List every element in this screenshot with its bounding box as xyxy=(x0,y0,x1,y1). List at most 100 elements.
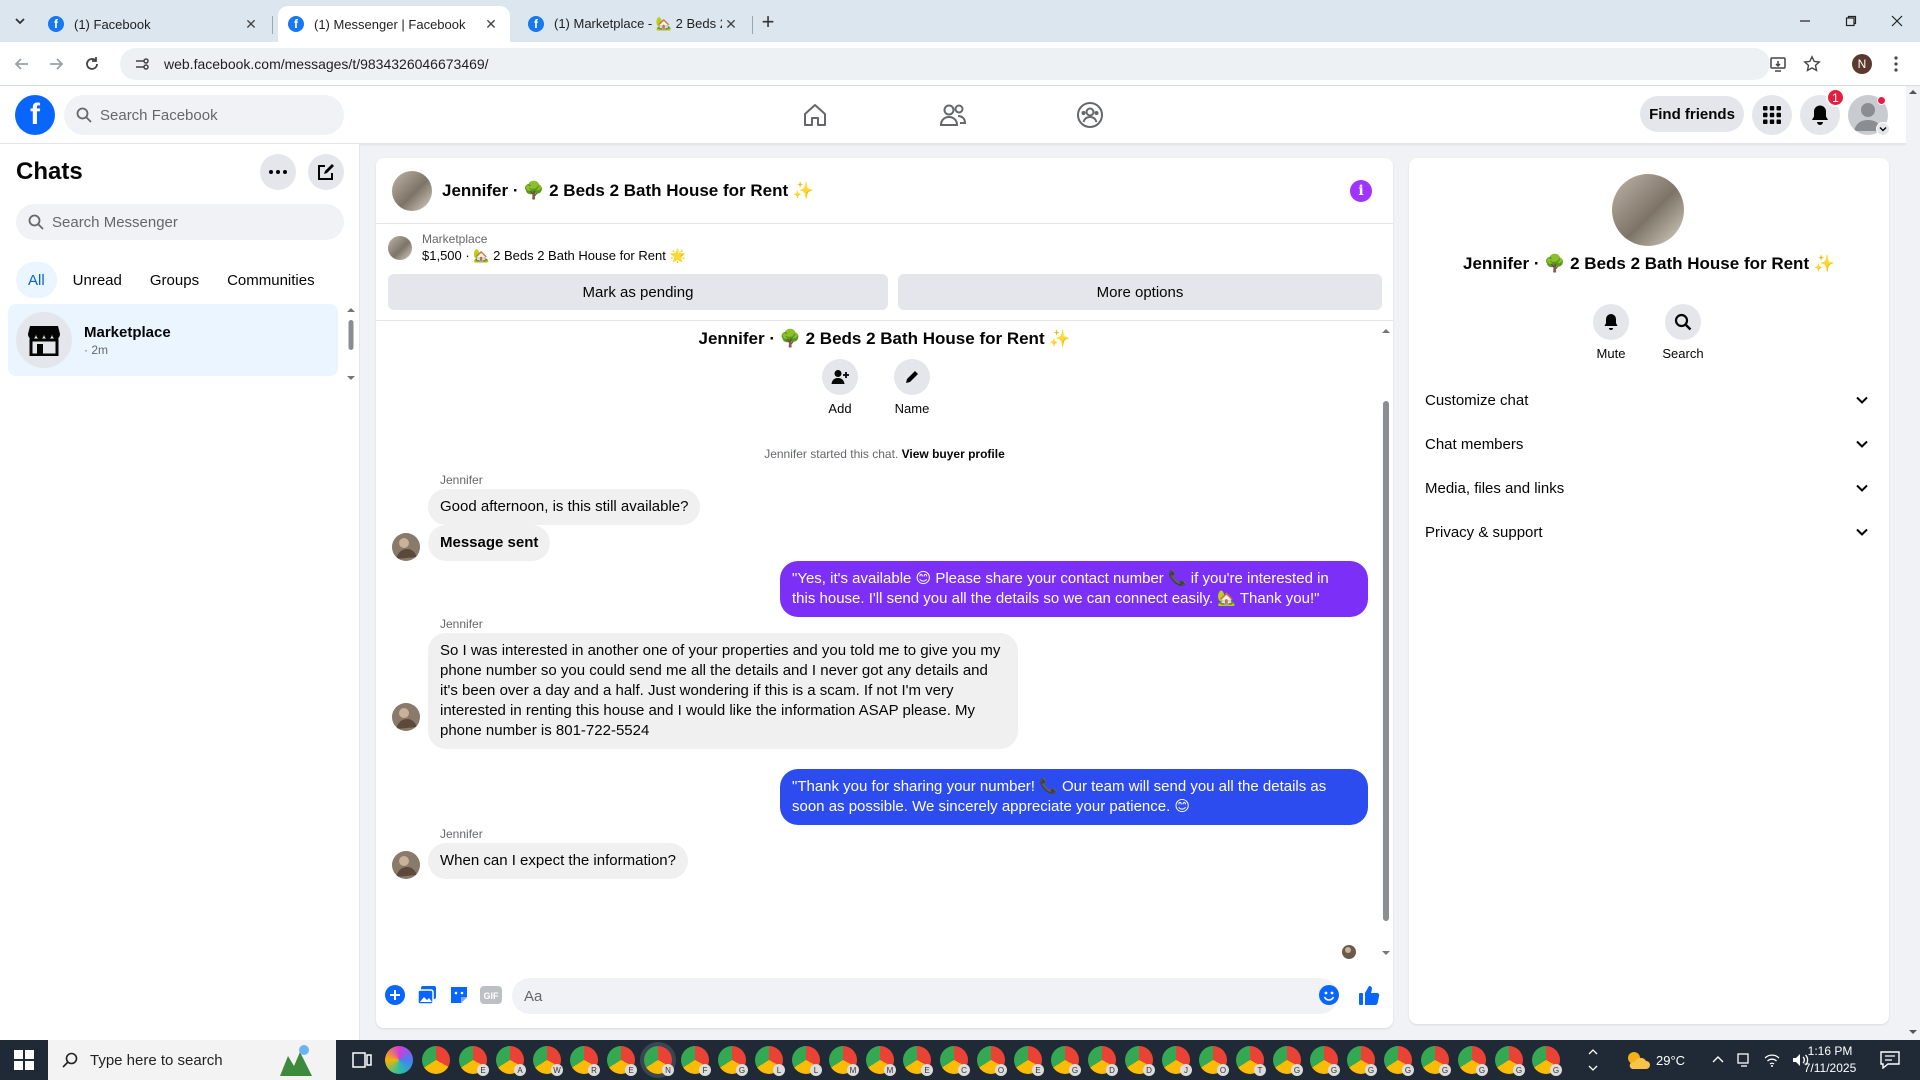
message-input[interactable]: Aa xyxy=(512,978,1338,1014)
install-app-icon[interactable] xyxy=(1764,50,1792,78)
outgoing-message[interactable]: "Thank you for sharing your number! 📞 Ou… xyxy=(780,769,1368,825)
forward-arrow-icon[interactable] xyxy=(42,50,70,78)
meet-now-icon[interactable] xyxy=(1736,1052,1752,1068)
copilot-icon[interactable] xyxy=(385,1046,413,1074)
chrome-icon[interactable]: M xyxy=(829,1046,859,1076)
reload-icon[interactable] xyxy=(78,50,106,78)
chrome-icon[interactable]: O xyxy=(977,1046,1007,1076)
task-view-icon[interactable] xyxy=(348,1046,376,1074)
incoming-message[interactable]: Good afternoon, is this still available? xyxy=(428,489,701,525)
weather-widget[interactable]: 29°C xyxy=(1624,1040,1685,1080)
bookmark-star-icon[interactable] xyxy=(1798,50,1826,78)
taskbar-scroll-arrows[interactable] xyxy=(1588,1040,1598,1080)
chrome-icon[interactable]: G xyxy=(1458,1046,1488,1076)
wifi-icon[interactable] xyxy=(1764,1053,1780,1067)
details-avatar[interactable] xyxy=(1612,174,1684,246)
chrome-icon[interactable]: F xyxy=(681,1046,711,1076)
facebook-search-input[interactable]: Search Facebook xyxy=(64,95,344,135)
chat-avatar[interactable] xyxy=(392,170,432,211)
add-person-action[interactable]: Add xyxy=(810,359,870,416)
chat-options-more-icon[interactable] xyxy=(260,154,296,190)
browser-tab-facebook[interactable]: f (1) Facebook ✕ xyxy=(38,6,270,42)
more-actions-plus-icon[interactable] xyxy=(384,984,406,1006)
attach-photo-icon[interactable] xyxy=(416,984,438,1006)
jennifer-avatar[interactable] xyxy=(392,533,420,561)
customize-chat-row[interactable]: Customize chat xyxy=(1425,378,1873,422)
chrome-icon[interactable]: G xyxy=(1347,1046,1377,1076)
taskbar-search-input[interactable]: Type here to search xyxy=(48,1040,336,1080)
chrome-icon[interactable]: E xyxy=(459,1046,489,1076)
chrome-icon[interactable]: G xyxy=(1495,1046,1525,1076)
media-files-links-row[interactable]: Media, files and links xyxy=(1425,466,1873,510)
chat-list-item-marketplace[interactable]: Marketplace · 2m xyxy=(8,304,338,376)
privacy-support-row[interactable]: Privacy & support xyxy=(1425,510,1873,554)
chrome-icon[interactable]: T xyxy=(1236,1046,1266,1076)
close-window-button[interactable] xyxy=(1874,0,1920,42)
back-arrow-icon[interactable] xyxy=(8,50,36,78)
conversation-info-icon[interactable]: i xyxy=(1350,180,1372,202)
tab-search-chevron-icon[interactable] xyxy=(8,9,32,33)
chrome-icon[interactable]: G xyxy=(1421,1046,1451,1076)
chrome-icon[interactable]: D xyxy=(1125,1046,1155,1076)
emoji-icon[interactable] xyxy=(1318,984,1340,1006)
gif-icon[interactable]: GIF xyxy=(480,984,502,1006)
filter-all[interactable]: All xyxy=(16,262,57,298)
chrome-icon[interactable]: J xyxy=(1162,1046,1192,1076)
mute-action[interactable]: Mute xyxy=(1581,304,1641,361)
show-hidden-icons-chevron-icon[interactable] xyxy=(1712,1054,1724,1066)
thread-scrollbar[interactable] xyxy=(1380,321,1392,963)
chrome-icon[interactable]: G xyxy=(1273,1046,1303,1076)
profile-avatar[interactable]: N xyxy=(1848,50,1876,78)
marketplace-listing-strip[interactable]: Marketplace $1,500 · 🏡 2 Beds 2 Bath Hou… xyxy=(388,232,686,264)
chrome-icon[interactable]: E xyxy=(903,1046,933,1076)
account-chevron-down-icon[interactable] xyxy=(1876,122,1890,136)
filter-groups[interactable]: Groups xyxy=(138,262,211,298)
chrome-icon[interactable]: G xyxy=(1051,1046,1081,1076)
site-info-icon[interactable] xyxy=(134,56,150,72)
chat-title[interactable]: Jennifer · 🌳 2 Beds 2 Bath House for Ren… xyxy=(442,181,814,201)
filter-unread[interactable]: Unread xyxy=(61,262,134,298)
chrome-icon[interactable] xyxy=(422,1046,450,1074)
sticker-icon[interactable] xyxy=(448,984,470,1006)
messenger-search-input[interactable]: Search Messenger xyxy=(16,204,344,240)
notification-center-icon[interactable] xyxy=(1880,1040,1900,1080)
new-message-compose-icon[interactable] xyxy=(308,154,344,190)
view-buyer-profile-link[interactable]: View buyer profile xyxy=(902,447,1005,461)
thumbs-up-icon[interactable] xyxy=(1358,984,1380,1006)
address-bar[interactable]: web.facebook.com/messages/t/983432604667… xyxy=(120,48,1770,80)
edit-name-action[interactable]: Name xyxy=(882,359,942,416)
restore-button[interactable] xyxy=(1828,0,1874,42)
windows-start-icon[interactable] xyxy=(0,1040,48,1080)
browser-tab-marketplace[interactable]: f (1) Marketplace - 🏡 2 Beds 2 B ✕ xyxy=(518,6,750,42)
chrome-icon[interactable]: N xyxy=(644,1046,674,1076)
outgoing-message[interactable]: "Yes, it's available 😊 Please share your… xyxy=(780,561,1368,617)
home-icon[interactable] xyxy=(795,98,835,132)
chrome-icon[interactable]: G xyxy=(718,1046,748,1076)
chrome-icon[interactable]: C xyxy=(940,1046,970,1076)
sidebar-scrollbar[interactable] xyxy=(346,304,356,384)
chrome-icon[interactable]: D xyxy=(1088,1046,1118,1076)
menu-grid-icon[interactable] xyxy=(1752,95,1792,135)
find-friends-button[interactable]: Find friends xyxy=(1640,96,1744,132)
incoming-message[interactable]: Message sent xyxy=(428,525,551,561)
jennifer-avatar[interactable] xyxy=(392,703,420,731)
chrome-icon[interactable]: O xyxy=(1199,1046,1229,1076)
browser-menu-icon[interactable] xyxy=(1882,50,1910,78)
chrome-icon[interactable]: A xyxy=(496,1046,526,1076)
chrome-icon[interactable]: M xyxy=(866,1046,896,1076)
chrome-icon[interactable]: R xyxy=(570,1046,600,1076)
filter-communities[interactable]: Communities xyxy=(215,262,327,298)
chat-members-row[interactable]: Chat members xyxy=(1425,422,1873,466)
close-tab-icon[interactable]: ✕ xyxy=(242,15,260,33)
more-options-button[interactable]: More options xyxy=(898,274,1382,310)
chrome-icon[interactable]: E xyxy=(607,1046,637,1076)
browser-tab-messenger[interactable]: f (1) Messenger | Facebook ✕ xyxy=(278,6,510,42)
chrome-icon[interactable]: G xyxy=(1384,1046,1414,1076)
page-scrollbar[interactable] xyxy=(1906,86,1920,1040)
minimize-button[interactable] xyxy=(1782,0,1828,42)
new-tab-button[interactable]: + xyxy=(756,9,780,34)
chrome-icon[interactable]: W xyxy=(533,1046,563,1076)
close-tab-icon[interactable]: ✕ xyxy=(722,15,740,33)
chrome-icon[interactable]: G xyxy=(1532,1046,1562,1076)
incoming-message[interactable]: When can I expect the information? xyxy=(428,843,688,879)
